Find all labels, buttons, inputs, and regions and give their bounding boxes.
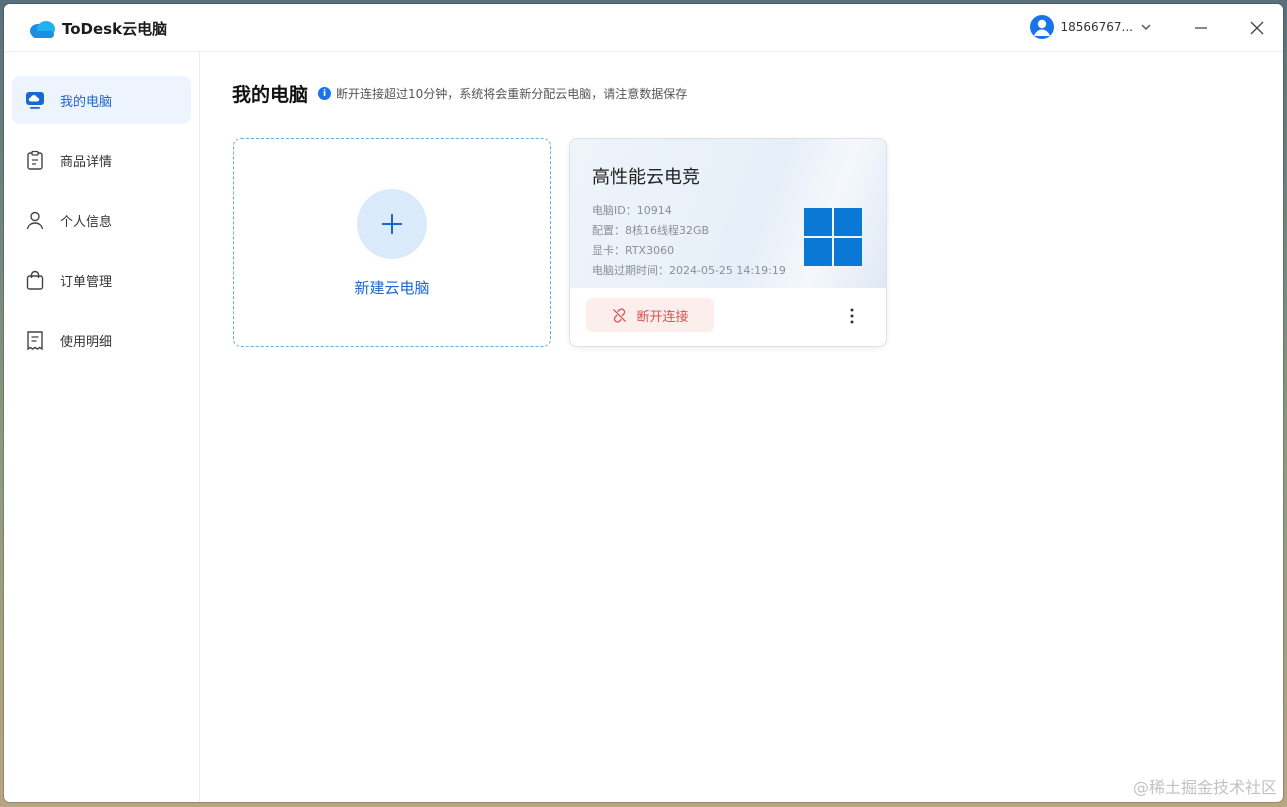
app-logo: ToDesk云电脑: [28, 18, 167, 39]
cloud-pc-info: 高性能云电竞 电脑ID：10914 配置：8核16线程32GB 显卡：RTX30…: [570, 139, 886, 288]
close-button[interactable]: [1243, 14, 1271, 42]
sidebar-item-label: 个人信息: [60, 214, 113, 230]
cloud-pc-card[interactable]: 高性能云电竞 电脑ID：10914 配置：8核16线程32GB 显卡：RTX30…: [569, 138, 887, 347]
main-content: 我的电脑 i 断开连接超过10分钟，系统将会重新分配云电脑，请注意数据保存 新建…: [200, 52, 1283, 802]
page-title: 我的电脑: [232, 84, 309, 106]
vertical-dots-icon: [850, 308, 854, 324]
title-bar: ToDesk云电脑 18566767...: [4, 4, 1283, 52]
cloud-logo-icon: [30, 20, 55, 38]
pc-gpu: 显卡：RTX3060: [592, 244, 675, 257]
minimize-button[interactable]: [1187, 14, 1215, 42]
sidebar-item-label: 我的电脑: [60, 94, 113, 110]
pc-expiry: 电脑过期时间：2024-05-25 14:19:19: [592, 264, 786, 277]
sidebar-item-label: 使用明细: [60, 334, 113, 350]
windows-logo-icon: [804, 208, 862, 266]
cloud-monitor-icon: [24, 89, 46, 111]
user-icon: [24, 209, 46, 231]
sidebar-item-my-computer[interactable]: 我的电脑: [12, 76, 191, 124]
page-header: 我的电脑 i 断开连接超过10分钟，系统将会重新分配云电脑，请注意数据保存: [232, 80, 687, 107]
user-name: 18566767...: [1060, 20, 1133, 34]
sidebar-item-order-management[interactable]: 订单管理: [12, 256, 191, 304]
sidebar-item-personal-info[interactable]: 个人信息: [12, 196, 191, 244]
notice-text: 断开连接超过10分钟，系统将会重新分配云电脑，请注意数据保存: [336, 87, 688, 101]
watermark: @稀土掘金技术社区: [1132, 778, 1277, 797]
more-options-button[interactable]: [842, 306, 862, 326]
minimize-icon: [1195, 27, 1207, 29]
disconnect-label: 断开连接: [636, 309, 689, 325]
avatar: [1030, 15, 1055, 39]
plus-icon: [357, 189, 427, 259]
cloud-pc-actions: 断开连接: [570, 288, 886, 346]
disconnect-notice: i 断开连接超过10分钟，系统将会重新分配云电脑，请注意数据保存: [318, 85, 687, 102]
shopping-bag-icon: [24, 269, 46, 291]
sidebar-item-label: 商品详情: [60, 154, 113, 170]
clipboard-icon: [24, 149, 46, 171]
receipt-icon: [24, 329, 46, 351]
app-window: ToDesk云电脑 18566767... 我的电脑 商品详情 个人信息 订单管…: [4, 4, 1283, 802]
chevron-down-icon: [1141, 24, 1151, 30]
sidebar-item-usage-details[interactable]: 使用明细: [12, 316, 191, 364]
user-menu[interactable]: 18566767...: [1030, 15, 1153, 39]
user-avatar-icon: [1034, 19, 1051, 36]
cloud-pc-specs: 电脑ID：10914 配置：8核16线程32GB 显卡：RTX3060 电脑过期…: [592, 201, 786, 281]
app-title: ToDesk云电脑: [62, 20, 168, 38]
sidebar-item-label: 订单管理: [60, 274, 113, 290]
sidebar: 我的电脑 商品详情 个人信息 订单管理 使用明细: [4, 52, 200, 802]
sidebar-item-product-details[interactable]: 商品详情: [12, 136, 191, 184]
new-cloud-pc-card[interactable]: 新建云电脑: [233, 138, 551, 347]
pc-config: 配置：8核16线程32GB: [592, 224, 710, 237]
disconnect-button[interactable]: 断开连接: [586, 298, 714, 332]
pc-id: 电脑ID：10914: [592, 204, 672, 217]
cloud-pc-name: 高性能云电竞: [592, 167, 700, 188]
broken-link-icon: [613, 307, 627, 323]
close-icon: [1250, 21, 1264, 35]
info-icon: i: [318, 87, 332, 100]
new-cloud-pc-label: 新建云电脑: [354, 279, 430, 297]
